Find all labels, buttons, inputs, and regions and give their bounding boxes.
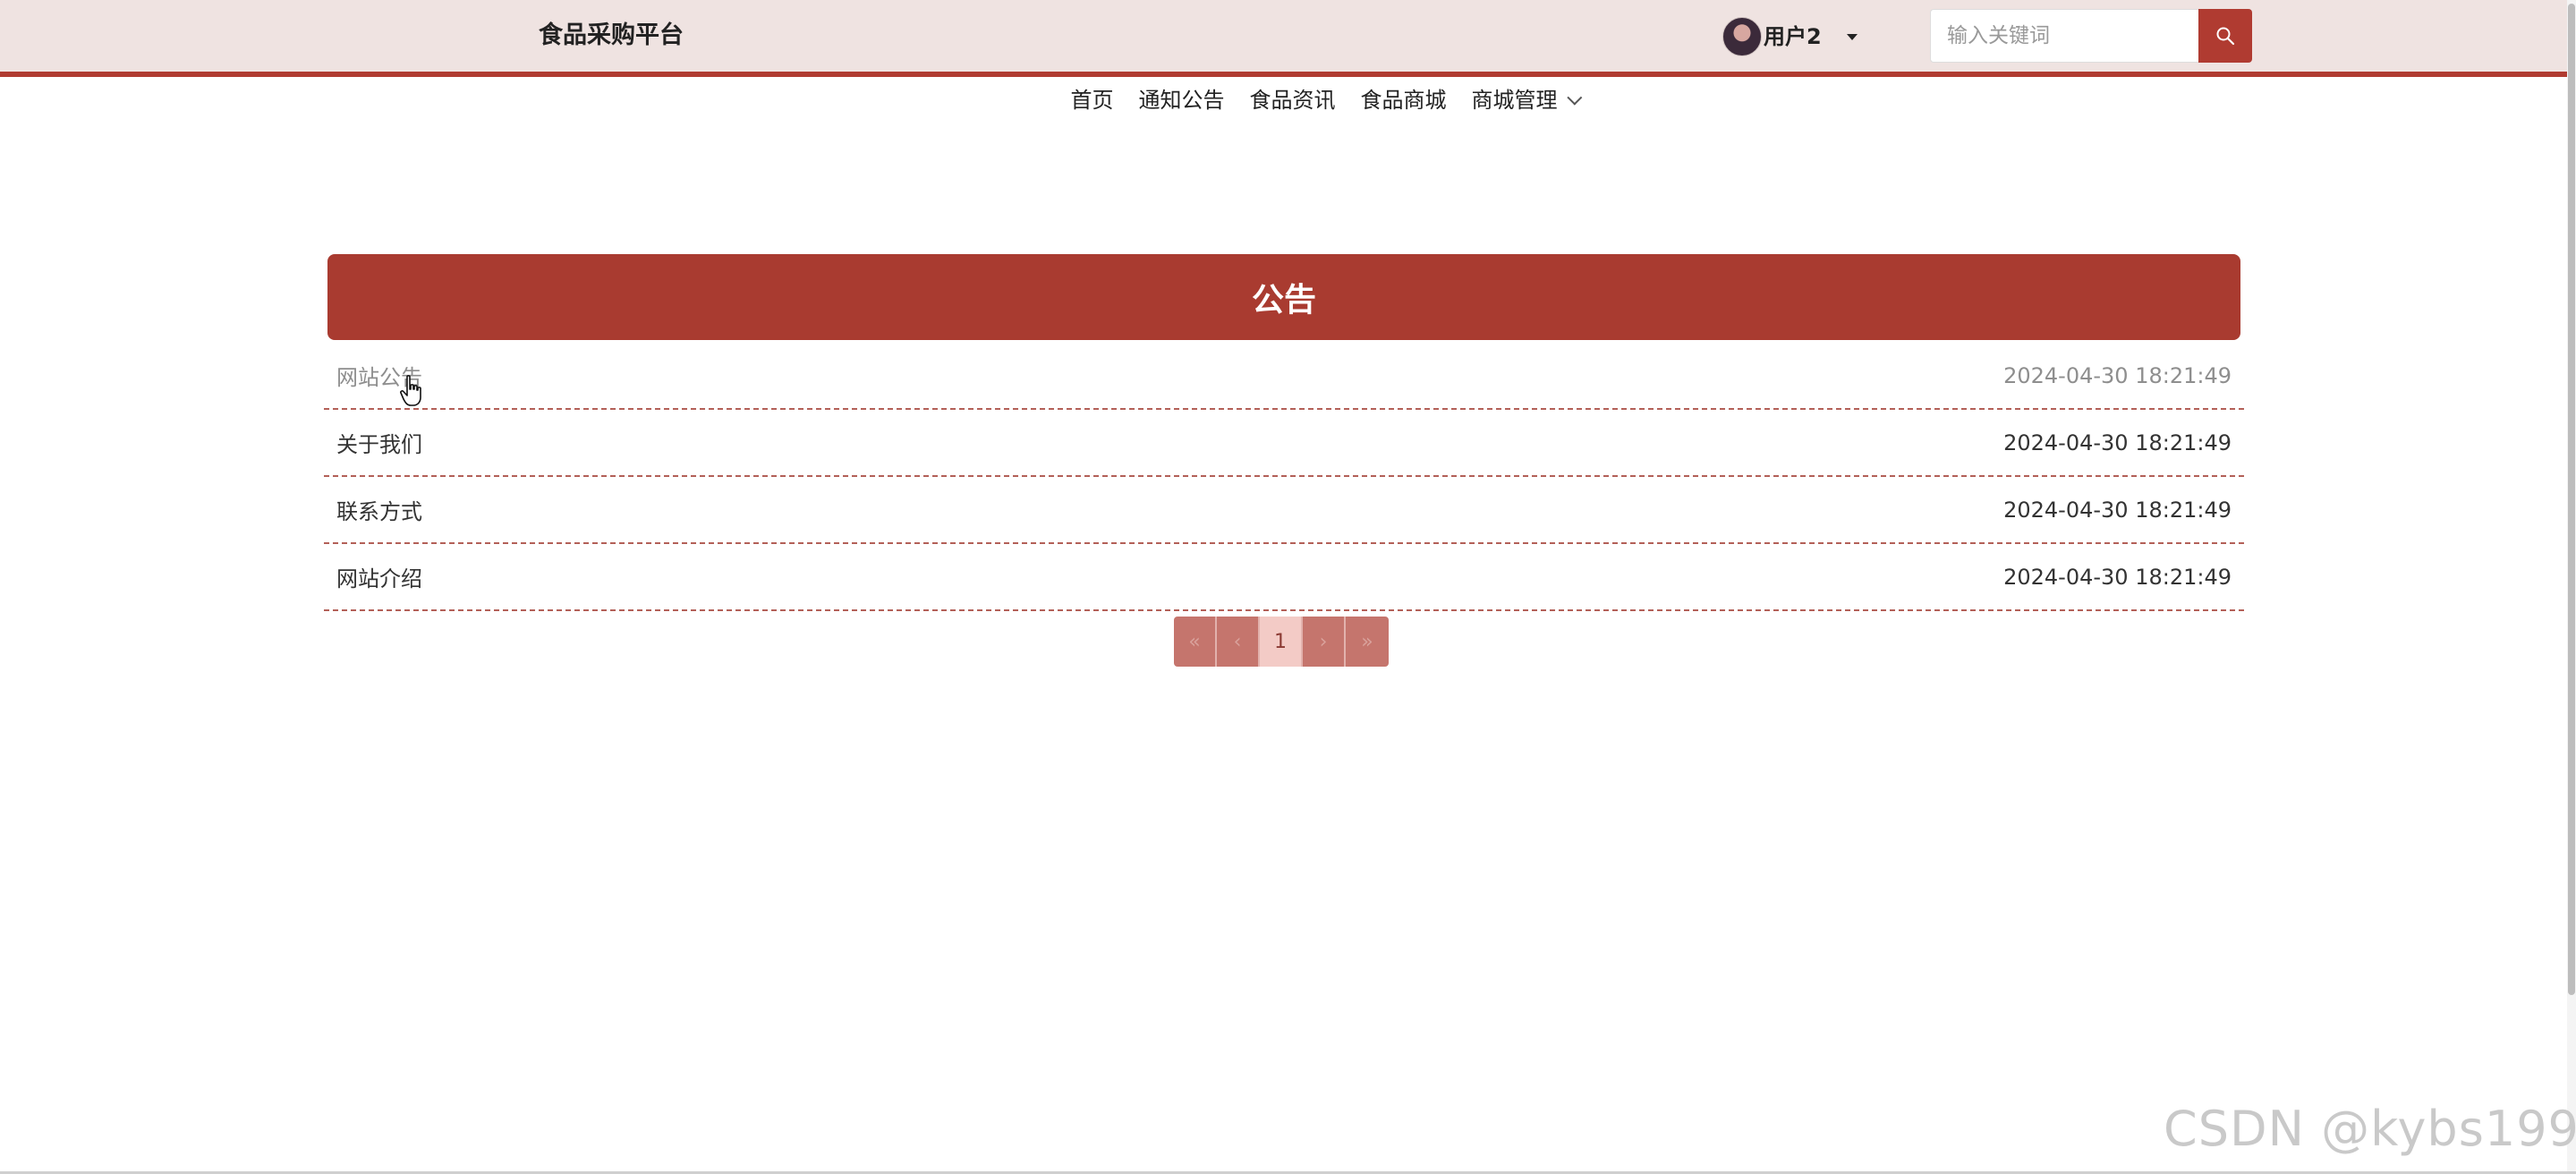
search-bar — [1930, 9, 2252, 63]
nav-item-label: 食品资讯 — [1249, 88, 1336, 113]
pagination: « ‹ 1 › » — [1174, 617, 1389, 667]
nav-item-label: 食品商城 — [1360, 88, 1447, 113]
top-header-bar: 食品采购平台 用户2 — [0, 0, 2576, 77]
notice-row[interactable]: 关于我们 2024-04-30 18:21:49 — [324, 410, 2244, 477]
pagination-first-button[interactable]: « — [1174, 617, 1217, 667]
chevron-down-icon — [1566, 89, 1582, 106]
notice-title[interactable]: 联系方式 — [336, 494, 422, 525]
notice-title[interactable]: 网站介绍 — [336, 561, 422, 592]
notice-row[interactable]: 联系方式 2024-04-30 18:21:49 — [324, 477, 2244, 544]
notice-date: 2024-04-30 18:21:49 — [2003, 497, 2232, 523]
notice-row[interactable]: 网站介绍 2024-04-30 18:21:49 — [324, 544, 2244, 611]
search-button[interactable] — [2198, 9, 2252, 63]
scrollbar[interactable] — [2567, 0, 2576, 1174]
hand-cursor-icon — [400, 375, 421, 406]
pagination-prev-button[interactable]: ‹ — [1217, 617, 1260, 667]
nav-item-food-mall[interactable]: 食品商城 — [1361, 82, 1447, 118]
notice-title[interactable]: 关于我们 — [336, 427, 422, 458]
nav-item-label: 首页 — [1070, 88, 1114, 113]
notice-list: 网站公告 2024-04-30 18:21:49 关于我们 2024-04-30… — [324, 343, 2244, 611]
user-menu[interactable]: 用户2 — [1722, 16, 1858, 57]
watermark: CSDN @kybs1991 — [2164, 1101, 2576, 1157]
pagination-next-button[interactable]: › — [1303, 617, 1346, 667]
pagination-last-button[interactable]: » — [1346, 617, 1389, 667]
notice-row[interactable]: 网站公告 2024-04-30 18:21:49 — [324, 343, 2244, 410]
notice-date: 2024-04-30 18:21:49 — [2003, 430, 2232, 455]
nav-item-home[interactable]: 首页 — [1071, 82, 1114, 118]
caret-down-icon[interactable] — [1846, 33, 1858, 40]
main-nav: 首页 通知公告 食品资讯 食品商城 商城管理 — [0, 82, 2576, 118]
nav-item-label: 商城管理 — [1471, 88, 1558, 113]
nav-item-food-news[interactable]: 食品资讯 — [1250, 82, 1336, 118]
notice-date: 2024-04-30 18:21:49 — [2003, 564, 2232, 590]
nav-item-label: 通知公告 — [1138, 88, 1225, 113]
notice-panel-heading: 公告 — [327, 254, 2240, 340]
search-icon — [2216, 27, 2235, 46]
site-title[interactable]: 食品采购平台 — [539, 20, 684, 52]
search-input[interactable] — [1930, 9, 2198, 63]
user-name[interactable]: 用户2 — [1764, 17, 1822, 56]
notice-date: 2024-04-30 18:21:49 — [2003, 362, 2232, 388]
nav-item-mall-management[interactable]: 商城管理 — [1471, 82, 1582, 118]
avatar-icon[interactable] — [1722, 17, 1762, 56]
scrollbar-thumb[interactable] — [2568, 4, 2575, 995]
nav-item-notices[interactable]: 通知公告 — [1139, 82, 1225, 118]
pagination-page-button[interactable]: 1 — [1260, 617, 1303, 667]
